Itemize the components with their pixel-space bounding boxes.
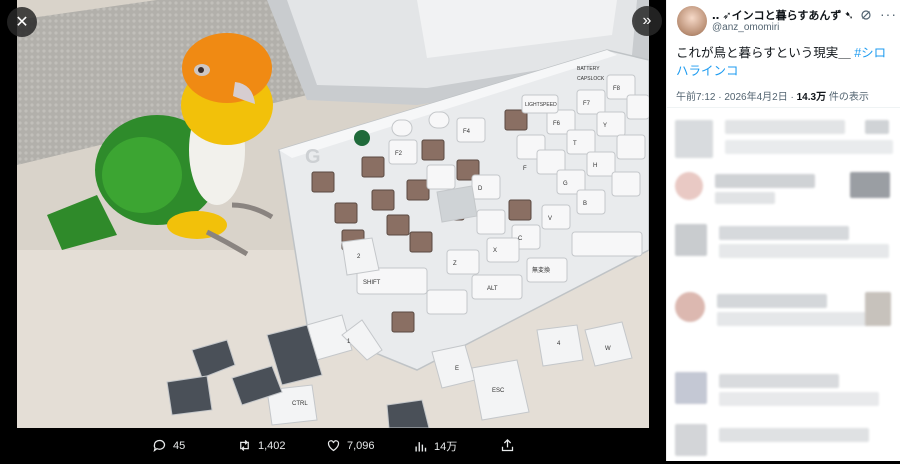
key-label-x: X — [493, 248, 497, 254]
media-viewer: G F2 F4 F6 F7 F8 T Y G H D F Z X C V B S… — [0, 0, 666, 461]
key-label-capslock: CAPSLOCK — [577, 76, 605, 82]
key-label-ctrl: CTRL — [292, 401, 308, 407]
key-label-esc: ESC — [492, 388, 505, 394]
key-label-f8: F8 — [613, 86, 621, 92]
more-options-icon[interactable]: ··· — [880, 6, 897, 22]
retweet-button[interactable]: 1,402 — [237, 438, 286, 453]
key-label-t: T — [573, 141, 577, 147]
key-label-henkan: 無変換 — [532, 266, 550, 274]
key-label-f2: F2 — [395, 151, 403, 157]
key-label-lightspeed: LIGHTSPEED — [525, 102, 557, 108]
user-handle[interactable]: @anz_omomiri — [712, 22, 779, 33]
views-button[interactable]: 14万 — [413, 438, 457, 454]
key-label-alt: ALT — [487, 286, 498, 292]
key-label-f4: F4 — [463, 129, 471, 135]
grok-icon[interactable] — [860, 9, 872, 21]
like-button[interactable]: 7,096 — [326, 438, 375, 453]
key-label-y: Y — [603, 123, 607, 129]
key-label-h: H — [593, 163, 597, 169]
key-label-e: E — [455, 366, 459, 372]
key-label-f6: F6 — [553, 121, 561, 127]
photo-illustration: G F2 F4 F6 F7 F8 T Y G H D F Z X C V B S… — [17, 0, 649, 428]
display-name[interactable]: ‥ ➶インコと暮らすあんず ➷‥ — [712, 7, 852, 23]
reply-button[interactable]: 45 — [152, 438, 185, 453]
blurred-reply — [675, 290, 897, 334]
key-label-w: W — [605, 346, 611, 352]
blurred-reply — [675, 170, 897, 214]
share-icon — [501, 438, 514, 452]
like-count: 7,096 — [347, 439, 375, 452]
blurred-reply — [675, 370, 897, 414]
bar-chart-icon — [415, 441, 427, 451]
key-label-battery: BATTERY — [577, 66, 600, 72]
key-label-z: Z — [453, 261, 457, 267]
blurred-reply — [675, 420, 897, 464]
heart-icon — [327, 440, 340, 452]
share-button[interactable] — [500, 438, 515, 453]
retweet-count: 1,402 — [258, 439, 286, 452]
tweet-text: これが鳥と暮らすという現実＿ #シロハラインコ — [676, 44, 896, 80]
reply-icon — [153, 439, 166, 453]
blurred-reply — [675, 118, 897, 162]
action-bar: 45 1,402 7,096 14万 — [0, 428, 666, 461]
divider — [667, 107, 900, 108]
key-label-d: D — [478, 186, 483, 192]
reply-count: 45 — [173, 439, 186, 452]
tweet-view-label: 件の表示 — [826, 92, 869, 103]
tweet-meta: 午前7:12 · 2026年4月2日 · 14.3万 件の表示 — [676, 88, 869, 103]
key-label-c: C — [518, 236, 523, 242]
blurred-reply — [675, 222, 897, 266]
key-label-b: B — [583, 201, 587, 207]
tweet-view-count: 14.3万 — [796, 92, 827, 103]
views-count: 14万 — [434, 441, 458, 453]
close-icon[interactable]: ✕ — [7, 7, 37, 37]
tweet-photo[interactable]: G F2 F4 F6 F7 F8 T Y G H D F Z X C V B S… — [17, 0, 649, 428]
retweet-icon — [240, 440, 249, 451]
chevron-right-double-icon[interactable]: » — [632, 6, 662, 36]
key-label-shift: SHIFT — [363, 280, 381, 286]
logo-g: G — [305, 146, 321, 168]
tweet-text-main: これが鳥と暮らすという現実＿ — [676, 46, 855, 60]
key-label-f: F — [523, 166, 527, 172]
key-label-f7: F7 — [583, 101, 591, 107]
key-label-g: G — [563, 181, 568, 187]
tweet-detail-panel: ‥ ➶インコと暮らすあんず ➷‥ @anz_omomiri ··· これが鳥と暮… — [666, 0, 900, 461]
avatar[interactable] — [677, 6, 707, 36]
key-label-v: V — [548, 216, 552, 222]
tweet-timestamp[interactable]: 午前7:12 · 2026年4月2日 · — [676, 92, 797, 103]
